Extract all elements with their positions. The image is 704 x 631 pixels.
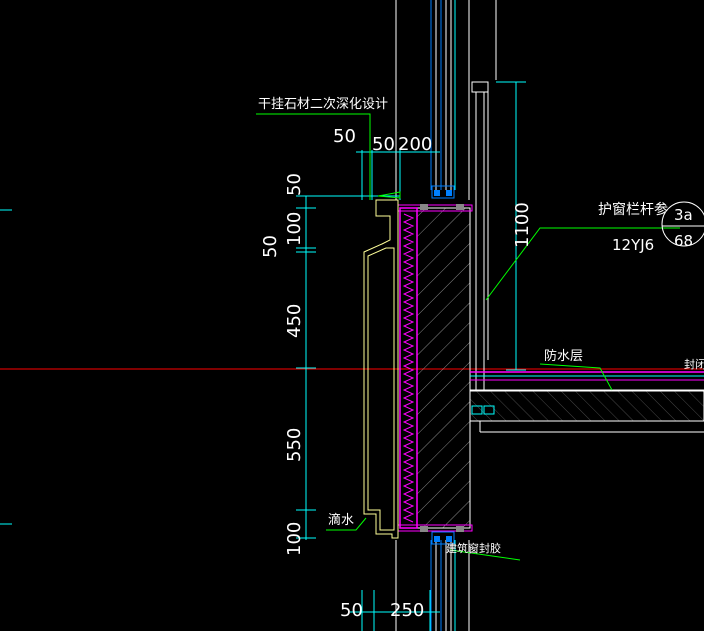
leader-lines <box>256 113 704 561</box>
note-waterproof: 防水层 <box>544 348 583 364</box>
dim-right-1100: 1100 <box>512 202 533 248</box>
window-frame <box>395 0 497 200</box>
cad-drawing: 50 50 200 50 100 50 450 550 100 1100 50 … <box>0 0 704 631</box>
dim-left-50-top: 50 <box>284 173 305 196</box>
guardrail-post <box>471 81 489 390</box>
dim-left-450: 450 <box>284 304 305 338</box>
dim-left-550: 550 <box>284 428 305 462</box>
concrete-wall <box>416 207 471 529</box>
dim-top-left: 50 <box>333 126 356 147</box>
dim-top-right: 200 <box>398 134 432 155</box>
dim-left-100-top: 100 <box>284 212 305 246</box>
dim-left-50-mid: 50 <box>260 235 281 258</box>
note-sealant: 建筑窗封胶 <box>446 541 501 555</box>
note-right-edge: 封闭 <box>684 357 704 371</box>
dim-bottom-left: 50 <box>340 600 363 621</box>
note-guardrail: 护窗栏杆参 <box>598 201 668 218</box>
dim-bottom-right: 250 <box>390 600 424 621</box>
note-atlas: 12YJ6 <box>612 236 654 254</box>
detail-ref-bottom: 68 <box>674 232 693 250</box>
note-stone-design: 干挂石材二次深化设计 <box>258 96 388 112</box>
floor-slab <box>469 371 704 433</box>
dim-top-mid: 50 <box>372 134 395 155</box>
note-drip: 滴水 <box>328 512 354 528</box>
detail-ref-top: 3a <box>674 206 693 224</box>
dim-left-100-bot: 100 <box>284 522 305 556</box>
